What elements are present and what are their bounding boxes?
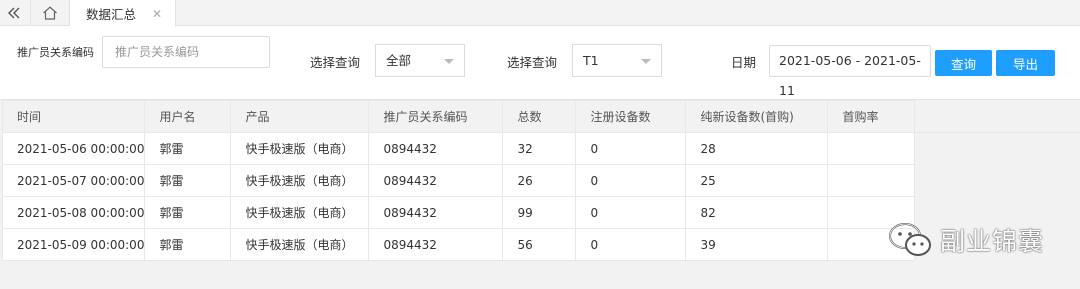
cell-total: 26: [502, 164, 577, 197]
close-icon[interactable]: ✕: [152, 7, 162, 21]
query-button[interactable]: 查询: [935, 50, 992, 76]
cell-registered-devices: 0: [575, 164, 687, 197]
table-row[interactable]: 2021-05-06 00:00:00 郭雷 快手极速版（电商） 0894432…: [1, 132, 916, 165]
col-time[interactable]: 时间: [1, 100, 146, 133]
query2-value: T1: [583, 53, 599, 68]
table-row[interactable]: 2021-05-07 00:00:00 郭雷 快手极速版（电商） 0894432…: [1, 164, 916, 197]
cell-total: 99: [502, 196, 577, 229]
chevron-down-icon: [641, 59, 651, 64]
promoter-code-input[interactable]: 推广员关系编码: [102, 36, 270, 68]
cell-username: 郭雷: [144, 196, 232, 229]
cell-time: 2021-05-09 00:00:00: [1, 228, 146, 261]
promoter-code-label: 推广员关系编码: [17, 46, 94, 59]
date-label: 日期: [731, 55, 757, 70]
cell-time: 2021-05-06 00:00:00: [1, 132, 146, 165]
cell-time: 2021-05-08 00:00:00: [1, 196, 146, 229]
wechat-icon: [889, 223, 931, 256]
data-table-area: 时间 用户名 产品 推广员关系编码 总数 注册设备数 纯新设备数(首购) 首购率…: [0, 99, 1080, 289]
export-button[interactable]: 导出: [996, 50, 1055, 76]
table-row[interactable]: 2021-05-08 00:00:00 郭雷 快手极速版（电商） 0894432…: [1, 196, 916, 229]
col-promoter-code[interactable]: 推广员关系编码: [368, 100, 504, 133]
cell-product: 快手极速版（电商）: [230, 132, 370, 165]
cell-total: 32: [502, 132, 577, 165]
cell-product: 快手极速版（电商）: [230, 164, 370, 197]
cell-total: 56: [502, 228, 577, 261]
cell-new-devices: 39: [685, 228, 829, 261]
col-username[interactable]: 用户名: [144, 100, 232, 133]
cell-product: 快手极速版（电商）: [230, 196, 370, 229]
cell-promoter-code: 0894432: [368, 164, 504, 197]
cell-first-purchase-rate: [827, 132, 916, 165]
date-range-input[interactable]: 2021-05-06 - 2021-05-11: [769, 45, 931, 98]
cell-registered-devices: 0: [575, 132, 687, 165]
cell-username: 郭雷: [144, 228, 232, 261]
cell-promoter-code: 0894432: [368, 228, 504, 261]
tab-data-summary[interactable]: 数据汇总 ✕: [70, 0, 176, 27]
cell-promoter-code: 0894432: [368, 196, 504, 229]
cell-registered-devices: 0: [575, 228, 687, 261]
cell-registered-devices: 0: [575, 196, 687, 229]
query1-value: 全部: [386, 53, 412, 68]
cell-new-devices: 82: [685, 196, 829, 229]
cell-username: 郭雷: [144, 132, 232, 165]
table-header-row: 时间 用户名 产品 推广员关系编码 总数 注册设备数 纯新设备数(首购) 首购率: [1, 100, 916, 133]
data-table: 时间 用户名 产品 推广员关系编码 总数 注册设备数 纯新设备数(首购) 首购率…: [1, 100, 916, 261]
chevron-down-icon: [444, 59, 454, 64]
cell-new-devices: 25: [685, 164, 829, 197]
col-new-devices[interactable]: 纯新设备数(首购): [685, 100, 829, 133]
table-header-filler: [912, 100, 1080, 133]
cell-first-purchase-rate: [827, 164, 916, 197]
watermark-text: 副业锦囊: [940, 227, 1045, 256]
cell-new-devices: 28: [685, 132, 829, 165]
watermark: 副业锦囊: [888, 222, 1044, 258]
query2-select[interactable]: T1: [572, 44, 662, 77]
col-product[interactable]: 产品: [230, 100, 370, 133]
cell-username: 郭雷: [144, 164, 232, 197]
cell-promoter-code: 0894432: [368, 132, 504, 165]
cell-product: 快手极速版（电商）: [230, 228, 370, 261]
tab-label: 数据汇总: [86, 7, 137, 22]
cell-time: 2021-05-07 00:00:00: [1, 164, 146, 197]
query1-label: 选择查询: [310, 55, 361, 70]
query2-label: 选择查询: [507, 55, 558, 70]
tab-bar: 数据汇总 ✕: [0, 0, 1080, 27]
col-first-purchase-rate[interactable]: 首购率: [827, 100, 916, 133]
home-icon[interactable]: [30, 0, 70, 26]
query1-select[interactable]: 全部: [375, 44, 465, 77]
col-total[interactable]: 总数: [502, 100, 577, 133]
double-chevron-left-icon[interactable]: [0, 0, 28, 26]
col-registered-devices[interactable]: 注册设备数: [575, 100, 687, 133]
table-row[interactable]: 2021-05-09 00:00:00 郭雷 快手极速版（电商） 0894432…: [1, 228, 916, 261]
